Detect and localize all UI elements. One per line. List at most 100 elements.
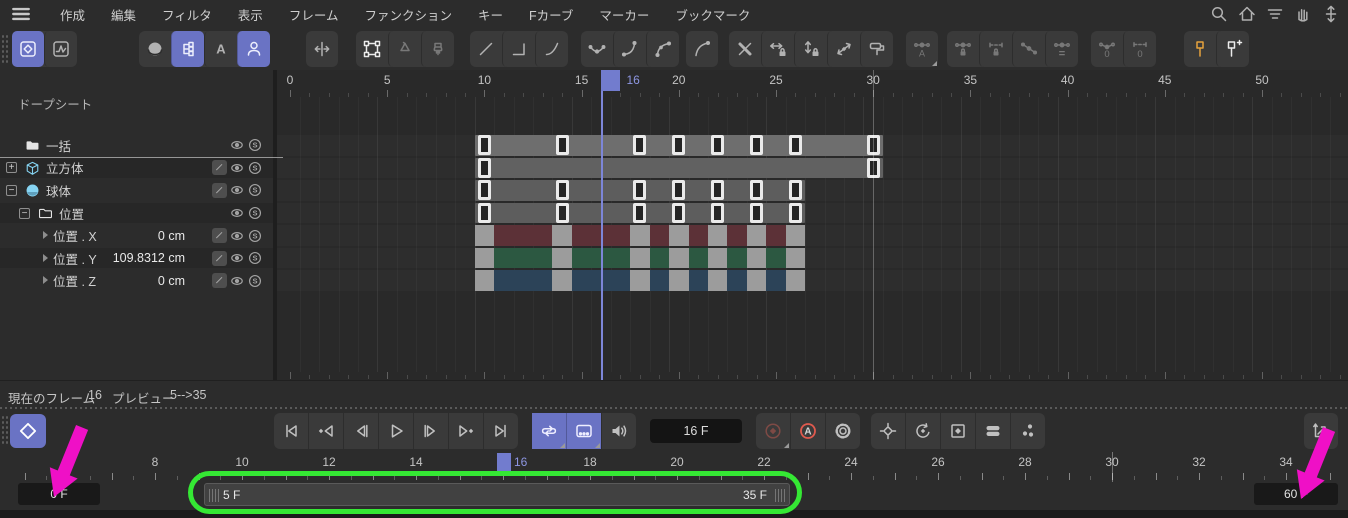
dope-mode-button[interactable]	[12, 31, 44, 67]
edit-override-icon[interactable]	[212, 183, 227, 198]
brush-button[interactable]	[421, 31, 454, 67]
keyframe[interactable]	[556, 203, 569, 223]
record-keyframe-button[interactable]	[10, 414, 46, 448]
solo-badge-icon[interactable]: S	[247, 228, 263, 244]
keyframe[interactable]	[478, 203, 491, 223]
menu-item-2[interactable]: フィルタ	[162, 5, 212, 24]
edit-override-icon[interactable]	[212, 160, 227, 175]
keyframe-cell[interactable]	[630, 225, 649, 246]
menu-item-9[interactable]: ブックマーク	[675, 5, 750, 24]
dopesheet-track-area[interactable]: 0510152025303540455016	[277, 70, 1348, 380]
visibility-eye-icon[interactable]	[229, 137, 245, 153]
menu-item-6[interactable]: キー	[478, 5, 503, 24]
keyframe-cell[interactable]	[708, 270, 727, 291]
keyframe-cell[interactable]	[747, 225, 766, 246]
range-right-grip[interactable]	[775, 489, 785, 502]
keyframe-cell[interactable]	[475, 225, 494, 246]
next-key-button[interactable]	[448, 413, 483, 449]
keyframe[interactable]	[672, 203, 685, 223]
keyframe-cell[interactable]	[747, 270, 766, 291]
visibility-eye-icon[interactable]	[229, 205, 245, 221]
keyframe[interactable]	[633, 135, 646, 155]
key-lock-button[interactable]	[947, 31, 979, 67]
keyframe[interactable]	[750, 180, 763, 200]
key-rotation-button[interactable]	[905, 413, 940, 449]
loop-button[interactable]	[532, 413, 566, 449]
tree-arrow-icon[interactable]	[43, 254, 48, 262]
search-icon[interactable]	[1208, 3, 1230, 25]
solo-badge-icon[interactable]: S	[247, 250, 263, 266]
dock-icon[interactable]	[1320, 3, 1342, 25]
autokey-button[interactable]: A	[790, 413, 825, 449]
tree-row-1[interactable]: +立方体S	[0, 158, 273, 179]
fcurve-mode-button[interactable]	[44, 31, 77, 67]
keyframe[interactable]	[750, 203, 763, 223]
key-bracket-lock-button[interactable]	[979, 31, 1012, 67]
key-text-button[interactable]: A	[906, 31, 938, 67]
go-end-button[interactable]	[483, 413, 518, 449]
keyframe[interactable]	[789, 180, 802, 200]
fcurve-axes-button[interactable]	[1304, 413, 1338, 449]
marker-button[interactable]	[1184, 31, 1216, 67]
gear-button[interactable]	[825, 413, 860, 449]
keyframe[interactable]	[672, 135, 685, 155]
keyframe[interactable]	[750, 135, 763, 155]
key-parameter-button[interactable]	[975, 413, 1010, 449]
expander-minus[interactable]: −	[6, 185, 17, 196]
keyframe-cell[interactable]	[708, 248, 727, 269]
visibility-eye-icon[interactable]	[229, 182, 245, 198]
toolbar-drag-handle[interactable]	[1, 34, 8, 64]
keyframe-cell[interactable]	[552, 270, 571, 291]
keyframe-cell[interactable]	[669, 225, 688, 246]
edit-override-icon[interactable]	[212, 273, 227, 288]
tree-arrow-icon[interactable]	[43, 276, 48, 284]
menu-item-4[interactable]: フレーム	[289, 5, 339, 24]
interp-ease-button[interactable]	[535, 31, 568, 67]
lock-h-button[interactable]	[761, 31, 794, 67]
menu-item-8[interactable]: マーカー	[599, 5, 649, 24]
document-start-field[interactable]: 0 F	[18, 483, 100, 505]
keyframe-cell[interactable]	[475, 270, 494, 291]
keyframe[interactable]	[711, 180, 724, 200]
keyframe[interactable]	[478, 158, 491, 178]
tree-row-5[interactable]: 位置 . Y109.8312 cmS	[0, 248, 273, 269]
solo-badge-icon[interactable]: S	[247, 160, 263, 176]
expander-minus[interactable]: −	[19, 208, 30, 219]
tree-row-3[interactable]: −位置S	[0, 203, 273, 224]
playhead-line[interactable]	[601, 70, 603, 380]
spline-j-button[interactable]	[613, 31, 646, 67]
key-diagonal-button[interactable]	[1012, 31, 1045, 67]
go-start-button[interactable]	[274, 413, 308, 449]
hand-icon[interactable]	[1292, 3, 1314, 25]
person-button[interactable]	[237, 31, 270, 67]
keyframe-cell[interactable]	[669, 248, 688, 269]
speaker-button[interactable]	[601, 413, 636, 449]
no-snap-button[interactable]	[729, 31, 761, 67]
play-button[interactable]	[378, 413, 413, 449]
key-zero-button[interactable]: 0	[1091, 31, 1123, 67]
keyframe[interactable]	[556, 135, 569, 155]
key-equal-button[interactable]: =	[1045, 31, 1078, 67]
document-end-field[interactable]: 60 F	[1254, 483, 1338, 505]
keyframe[interactable]	[711, 203, 724, 223]
solo-badge-icon[interactable]: S	[247, 137, 263, 153]
solo-badge-icon[interactable]: S	[247, 182, 263, 198]
menu-item-0[interactable]: 作成	[60, 5, 85, 24]
box-select-button[interactable]	[356, 31, 388, 67]
skew-button[interactable]	[827, 31, 860, 67]
next-frame-button[interactable]	[413, 413, 448, 449]
menu-item-7[interactable]: Fカーブ	[529, 5, 573, 24]
keyframe-cell[interactable]	[552, 225, 571, 246]
keyframe-cell[interactable]	[630, 248, 649, 269]
keyframe[interactable]	[633, 203, 646, 223]
keyframe-cell[interactable]	[747, 248, 766, 269]
current-frame-field[interactable]: 16 F	[650, 419, 742, 443]
visibility-eye-icon[interactable]	[229, 160, 245, 176]
letter-a-button[interactable]: A	[204, 31, 237, 67]
range-left-grip[interactable]	[209, 489, 219, 502]
tree-arrow-icon[interactable]	[43, 231, 48, 239]
key-position-button[interactable]	[871, 413, 905, 449]
keyframe-cell[interactable]	[786, 225, 805, 246]
keyframe-cell[interactable]	[708, 225, 727, 246]
spline-vee-button[interactable]	[581, 31, 613, 67]
